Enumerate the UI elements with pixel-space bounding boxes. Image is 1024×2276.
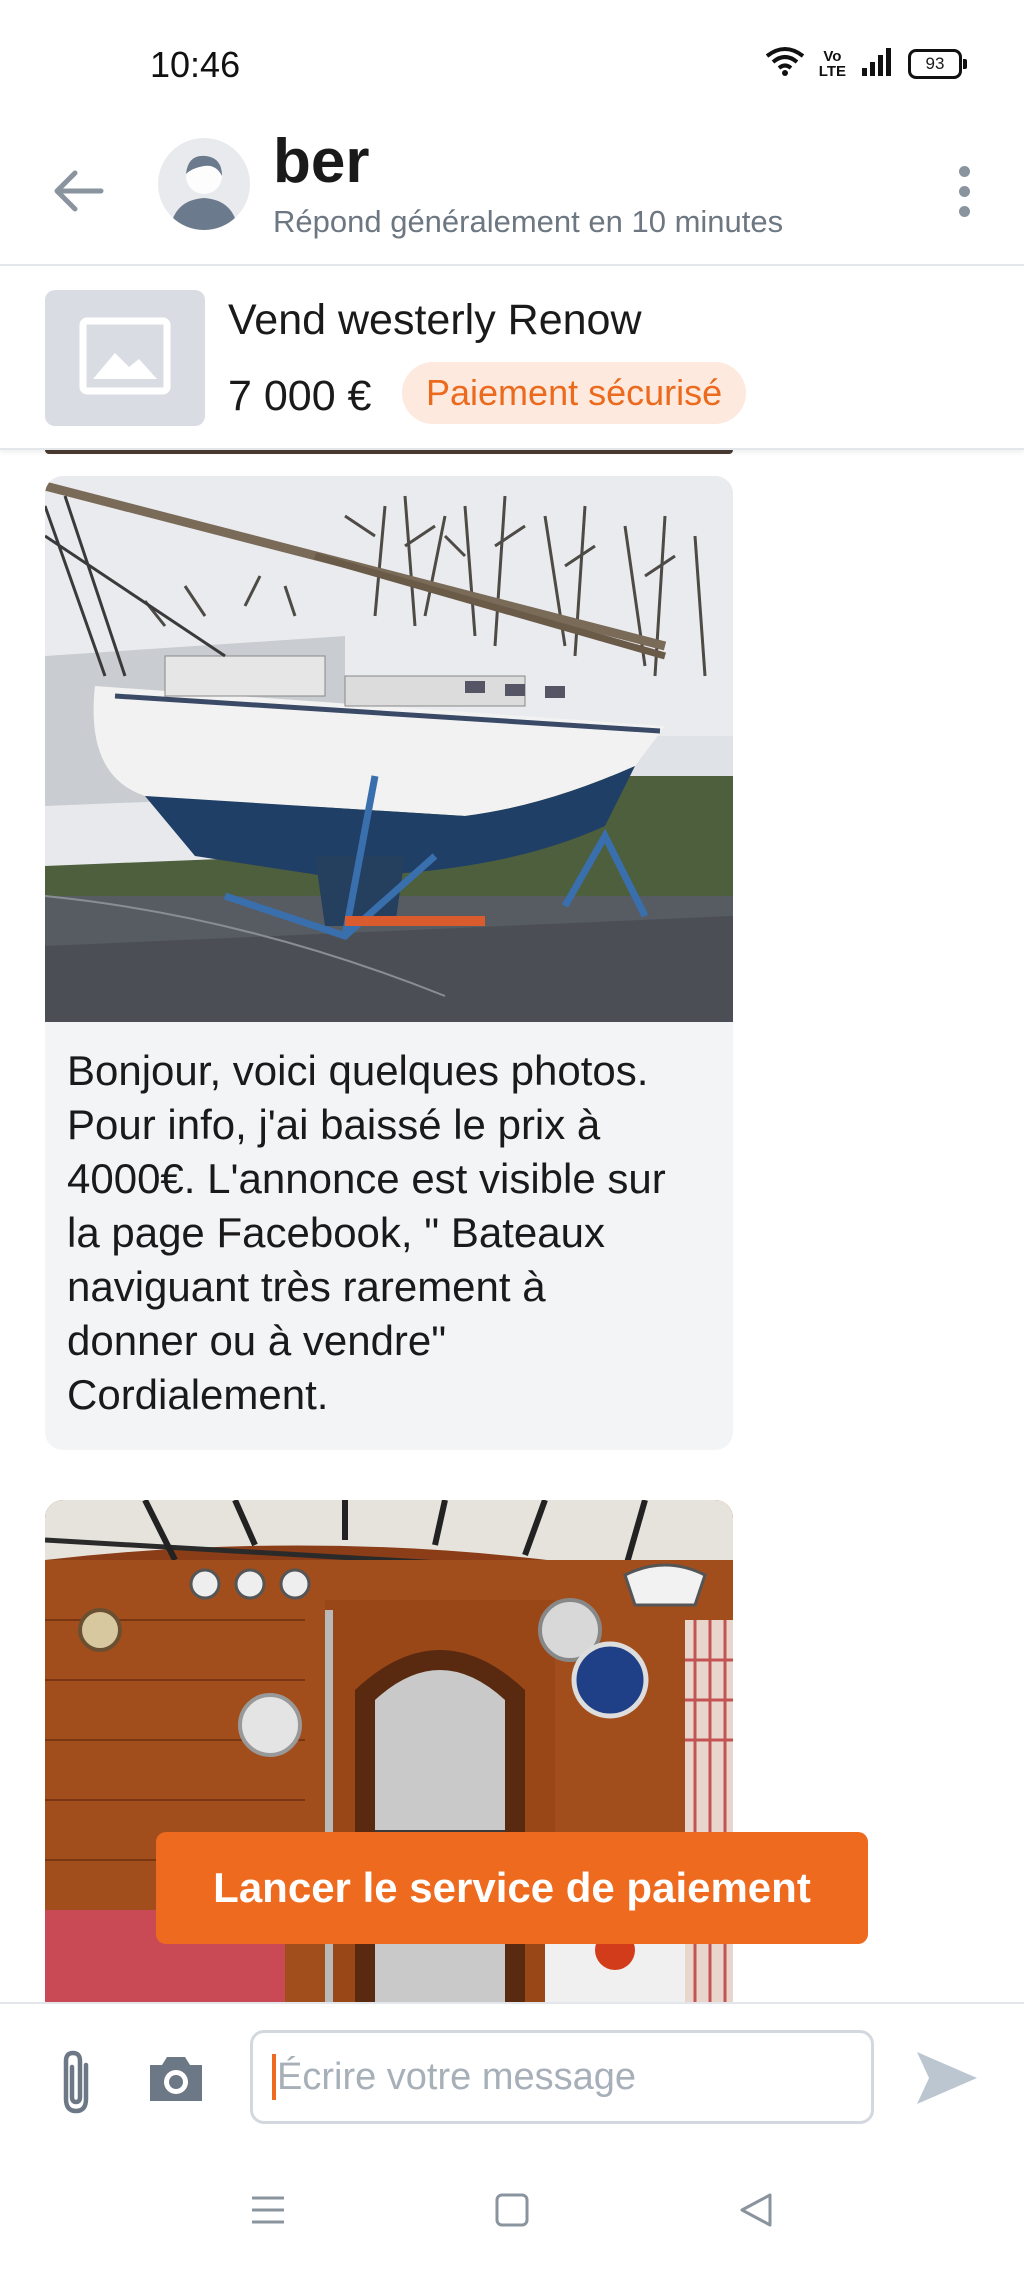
status-icons: Vo LTE 93: [765, 46, 967, 81]
system-nav-bar: [0, 2152, 1024, 2276]
menu-icon: [250, 2194, 286, 2231]
message-input[interactable]: [250, 2030, 874, 2124]
arrow-left-icon: [53, 169, 105, 218]
chat-header: ber Répond généralement en 10 minutes: [0, 120, 1024, 266]
avatar[interactable]: [158, 138, 250, 230]
listing-price: 7 000 €: [228, 372, 372, 420]
listing-card[interactable]: Vend westerly Renow 7 000 € Paiement séc…: [0, 266, 1024, 450]
listing-thumbnail: [45, 290, 205, 426]
listing-title: Vend westerly Renow: [228, 296, 642, 344]
nav-menu-button[interactable]: [238, 2182, 298, 2242]
composer-bar: [0, 2002, 1024, 2154]
contact-name[interactable]: ber: [273, 126, 369, 197]
camera-icon: [146, 2053, 206, 2108]
more-vertical-icon: [958, 165, 970, 177]
square-icon: [494, 2192, 530, 2233]
status-bar: 10:46 Vo LTE 93: [0, 0, 1024, 120]
camera-button[interactable]: [144, 2048, 208, 2112]
message-bubble[interactable]: Bonjour, voici quelques photos. Pour inf…: [45, 1022, 733, 1450]
launch-payment-button[interactable]: Lancer le service de paiement: [156, 1832, 868, 1944]
wifi-icon: [765, 46, 805, 81]
nav-home-button[interactable]: [482, 2182, 542, 2242]
secure-payment-badge: Paiement sécurisé: [402, 362, 747, 424]
signal-icon: [860, 46, 894, 81]
triangle-back-icon: [738, 2192, 774, 2233]
more-options-button[interactable]: [934, 156, 994, 226]
volte-indicator: Vo LTE: [818, 47, 846, 80]
contact-response-time: Répond généralement en 10 minutes: [273, 204, 784, 239]
battery-icon: 93: [908, 48, 967, 79]
send-button[interactable]: [912, 2048, 982, 2112]
message-list[interactable]: Bonjour, voici quelques photos. Pour inf…: [0, 448, 1024, 2002]
message-text: Bonjour, voici quelques photos. Pour inf…: [67, 1047, 666, 1418]
text-cursor: [272, 2054, 276, 2100]
boat-photo[interactable]: [45, 476, 733, 1022]
status-time: 10:46: [150, 44, 241, 85]
paperclip-icon: [56, 2049, 96, 2120]
nav-back-button[interactable]: [726, 2182, 786, 2242]
image-placeholder-icon: [79, 317, 171, 400]
attach-button[interactable]: [46, 2048, 106, 2120]
back-button[interactable]: [44, 158, 114, 228]
send-icon: [915, 2050, 979, 2111]
